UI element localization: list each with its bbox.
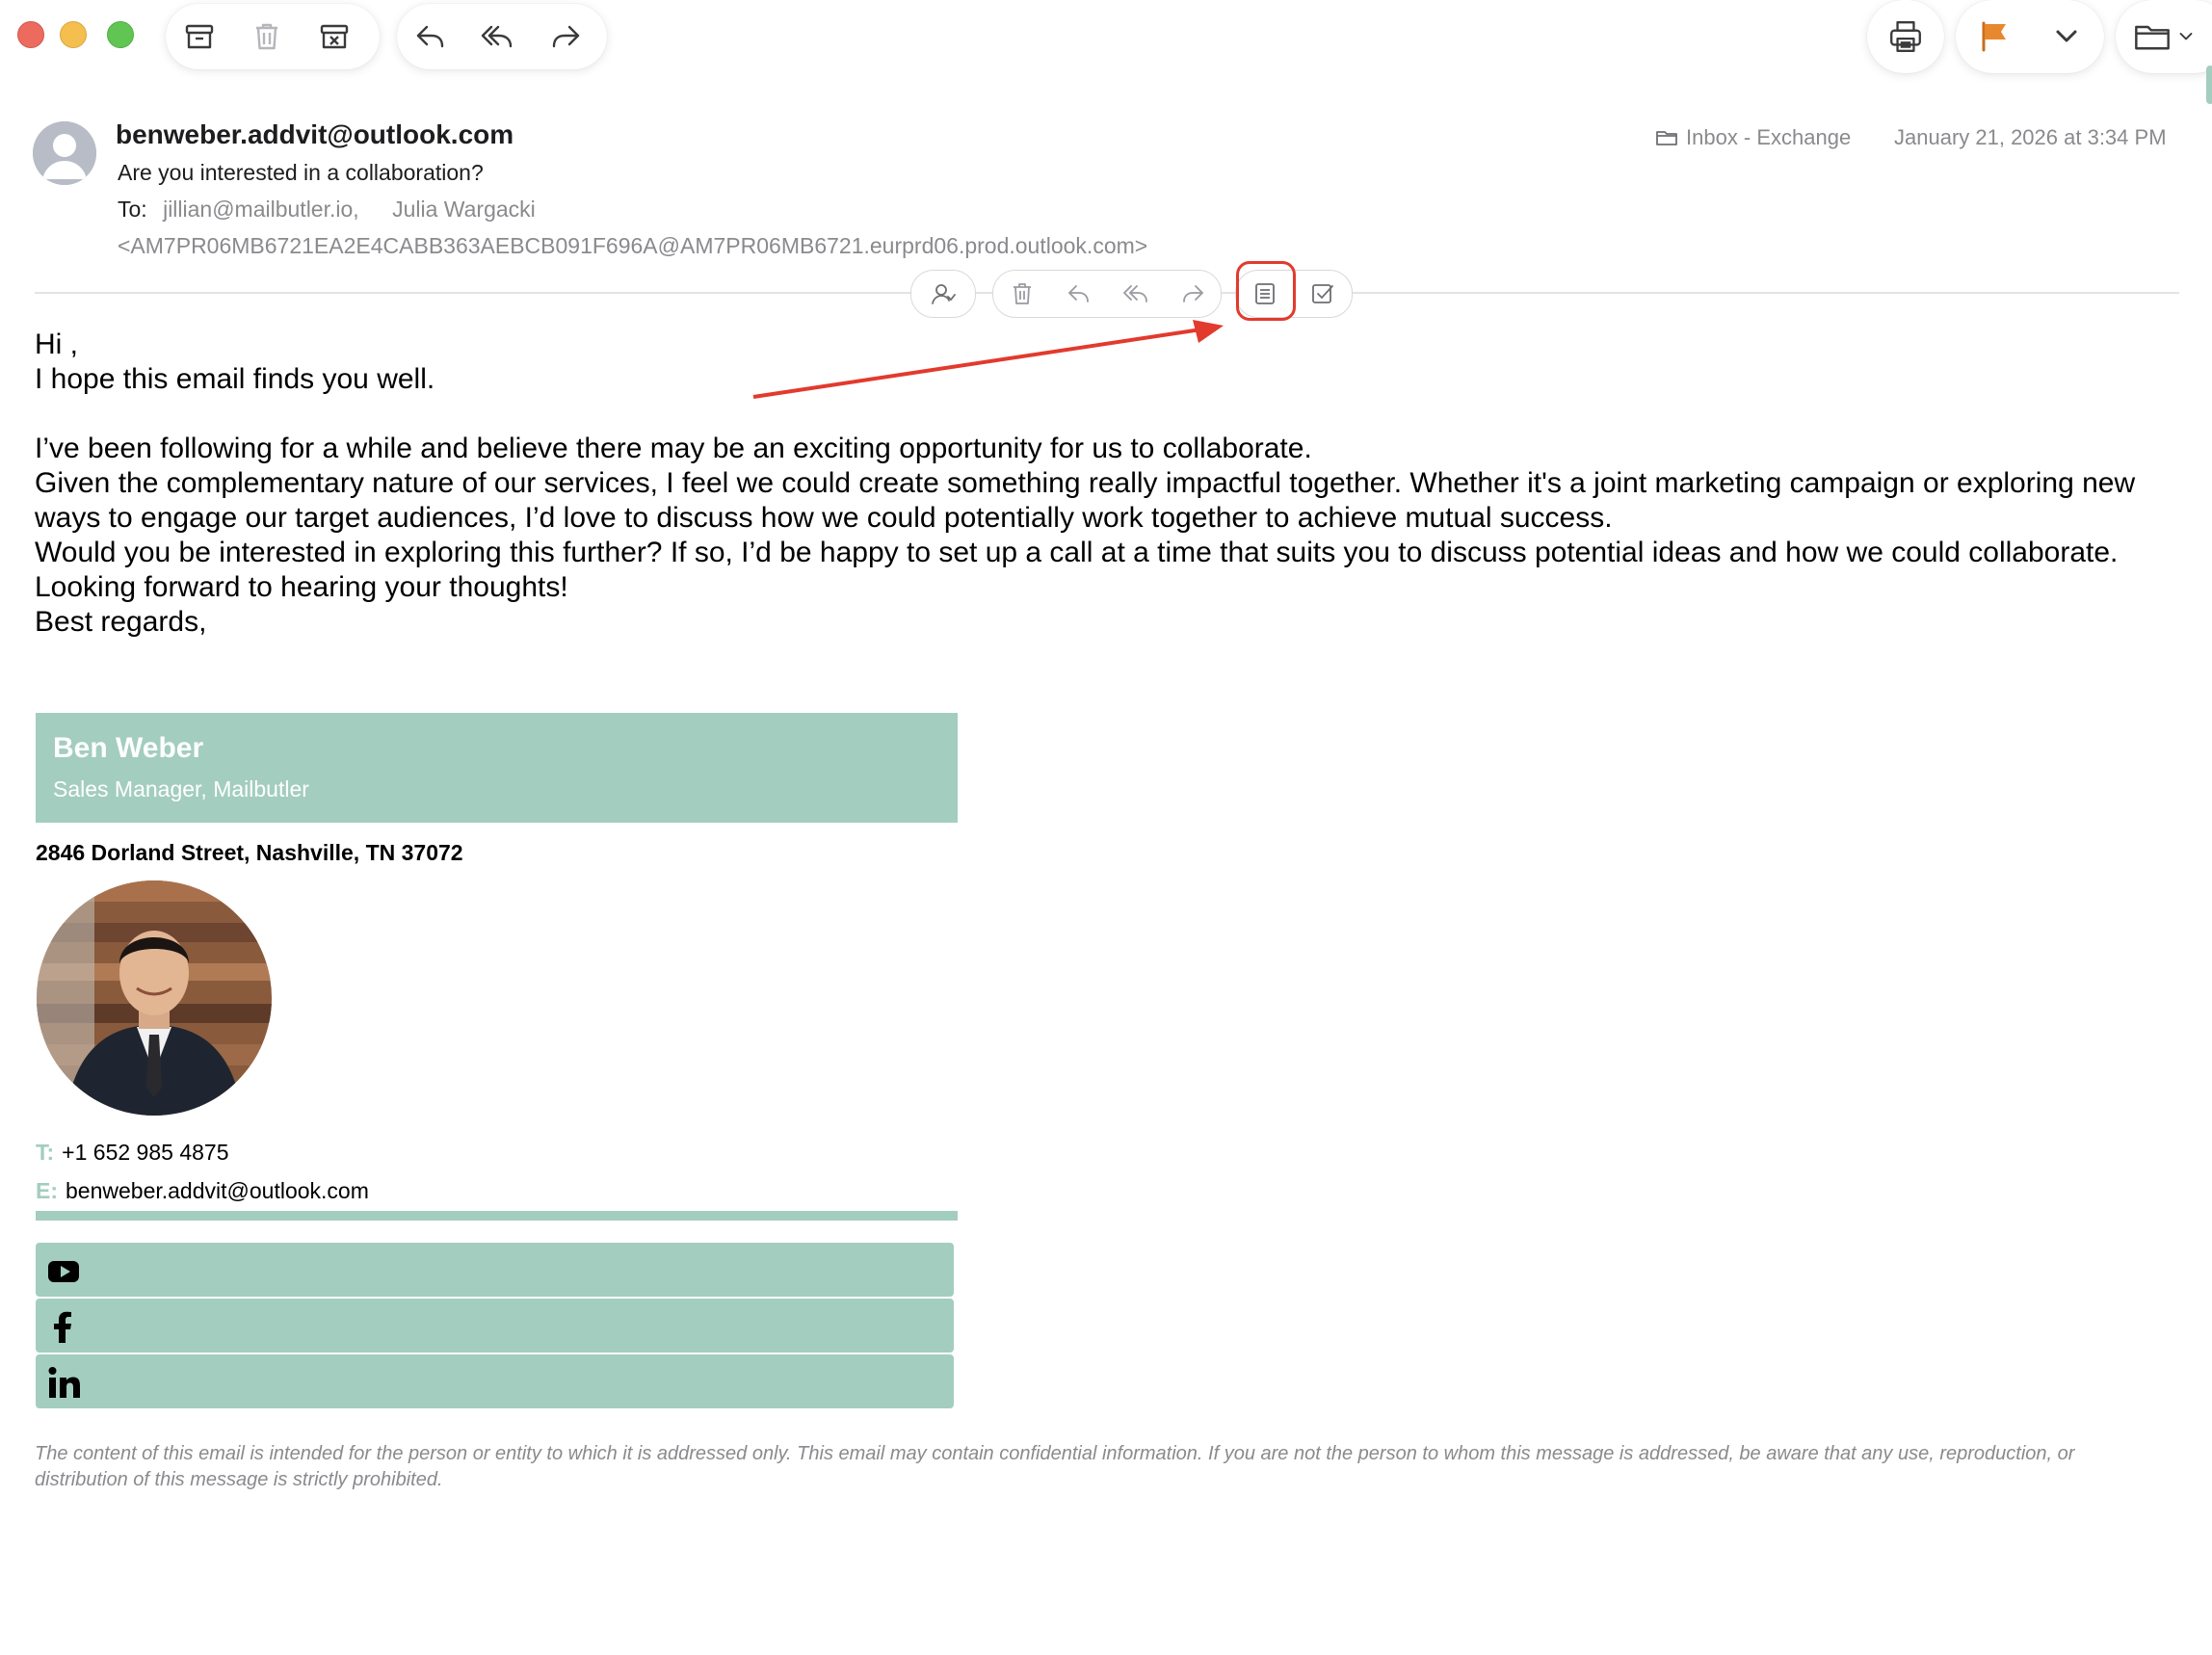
print-icon bbox=[1890, 21, 1921, 52]
body-line: I hope this email finds you well. bbox=[35, 363, 435, 395]
contact-action-pill bbox=[910, 270, 976, 318]
signature-name: Ben Weber bbox=[53, 732, 204, 764]
archive-button[interactable] bbox=[166, 4, 233, 69]
email-subject: Are you interested in a collaboration? bbox=[118, 160, 484, 185]
message-action-pill bbox=[992, 270, 1222, 318]
body-line: I’ve been following for a while and beli… bbox=[35, 433, 1312, 464]
folder-icon bbox=[1656, 131, 1677, 145]
email-link[interactable]: benweber.addvit@outlook.com bbox=[66, 1178, 369, 1203]
body-line: Given the complementary nature of our se… bbox=[35, 467, 2136, 534]
body-line: Looking forward to hearing your thoughts… bbox=[35, 571, 568, 603]
email-body: Hi , I hope this email finds you well. I… bbox=[35, 328, 2154, 640]
delete-button[interactable] bbox=[233, 4, 301, 69]
phone-number[interactable]: +1 652 985 4875 bbox=[62, 1140, 228, 1165]
signature-banner: Ben Weber Sales Manager, Mailbutler bbox=[36, 713, 958, 823]
signature-phone: T: +1 652 985 4875 bbox=[36, 1140, 228, 1166]
contact-icon bbox=[932, 284, 956, 304]
move-button[interactable] bbox=[2116, 0, 2212, 73]
signature-divider bbox=[36, 1211, 958, 1221]
reply-icon bbox=[416, 25, 444, 48]
hover-delete-button[interactable] bbox=[996, 271, 1048, 317]
signature-role: Sales Manager, Mailbutler bbox=[53, 776, 309, 801]
chevron-down-icon bbox=[2056, 30, 2077, 42]
archive-icon bbox=[185, 24, 214, 49]
scroll-indicator[interactable] bbox=[2206, 66, 2212, 104]
task-icon bbox=[1312, 284, 1333, 303]
message-id: <AM7PR06MB6721EA2E4CABB363AEBCB091F696A@… bbox=[118, 233, 1148, 258]
sender-avatar[interactable] bbox=[33, 121, 96, 185]
forward-button[interactable] bbox=[532, 4, 599, 69]
recipient-2[interactable]: Julia Wargacki bbox=[392, 197, 536, 222]
window-minimize-button[interactable] bbox=[60, 21, 87, 48]
print-button[interactable] bbox=[1867, 0, 1944, 73]
email-label: E: bbox=[36, 1178, 58, 1203]
flag-button[interactable] bbox=[1956, 0, 2033, 73]
phone-label: T: bbox=[36, 1140, 55, 1165]
junk-button[interactable] bbox=[301, 4, 368, 69]
email-disclaimer: The content of this email is intended fo… bbox=[35, 1443, 2075, 1490]
facebook-link[interactable] bbox=[36, 1299, 954, 1353]
task-button[interactable] bbox=[1297, 271, 1349, 317]
flag-control bbox=[1956, 0, 2104, 73]
hover-reply-all-button[interactable] bbox=[1110, 271, 1162, 317]
flag-menu-button[interactable] bbox=[2033, 0, 2100, 73]
youtube-link[interactable] bbox=[36, 1243, 954, 1297]
body-closing: Best regards, bbox=[35, 606, 207, 638]
trash-icon bbox=[256, 23, 277, 50]
reply-all-button[interactable] bbox=[464, 4, 532, 69]
forward-icon bbox=[1182, 285, 1203, 302]
recipient-1[interactable]: jillian@mailbutler.io, bbox=[163, 197, 359, 222]
facebook-icon bbox=[54, 1311, 71, 1343]
mailbox-location[interactable]: Inbox - Exchange bbox=[1655, 125, 1851, 150]
body-line: Would you be interested in exploring thi… bbox=[35, 537, 2119, 568]
body-greeting: Hi , bbox=[35, 328, 78, 360]
signature-email: E: benweber.addvit@outlook.com bbox=[36, 1178, 369, 1204]
junk-icon bbox=[320, 24, 349, 49]
linkedin-icon bbox=[48, 1367, 80, 1398]
signature-photo bbox=[37, 880, 272, 1116]
recipients-line: To: jillian@mailbutler.io, Julia Wargack… bbox=[118, 197, 536, 223]
toolbar-reply-actions bbox=[397, 4, 607, 69]
window-close-button[interactable] bbox=[17, 21, 44, 48]
youtube-icon bbox=[48, 1261, 79, 1282]
reply-icon bbox=[1067, 285, 1089, 302]
move-folder-icon bbox=[2135, 25, 2170, 50]
annotation-highlight bbox=[1236, 261, 1296, 321]
linkedin-link[interactable] bbox=[36, 1354, 954, 1408]
hover-reply-button[interactable] bbox=[1053, 271, 1105, 317]
received-date: January 21, 2026 at 3:34 PM bbox=[1894, 125, 2167, 149]
window-zoom-button[interactable] bbox=[107, 21, 134, 48]
reply-all-icon bbox=[481, 25, 513, 48]
reply-all-icon bbox=[1122, 285, 1147, 302]
forward-icon bbox=[552, 25, 580, 48]
reply-button[interactable] bbox=[397, 4, 464, 69]
sender-address[interactable]: benweber.addvit@outlook.com bbox=[116, 119, 514, 150]
person-icon bbox=[33, 121, 96, 185]
hover-forward-button[interactable] bbox=[1167, 271, 1219, 317]
signature-address: 2846 Dorland Street, Nashville, TN 37072 bbox=[36, 840, 463, 865]
flag-icon bbox=[1982, 21, 2006, 52]
to-label: To: bbox=[118, 197, 147, 222]
trash-icon bbox=[1013, 283, 1031, 304]
mailbox-label: Inbox - Exchange bbox=[1686, 125, 1852, 149]
contact-button[interactable] bbox=[917, 271, 969, 317]
toolbar-mailbox-actions bbox=[166, 4, 380, 69]
chevron-down-icon bbox=[2179, 33, 2193, 40]
